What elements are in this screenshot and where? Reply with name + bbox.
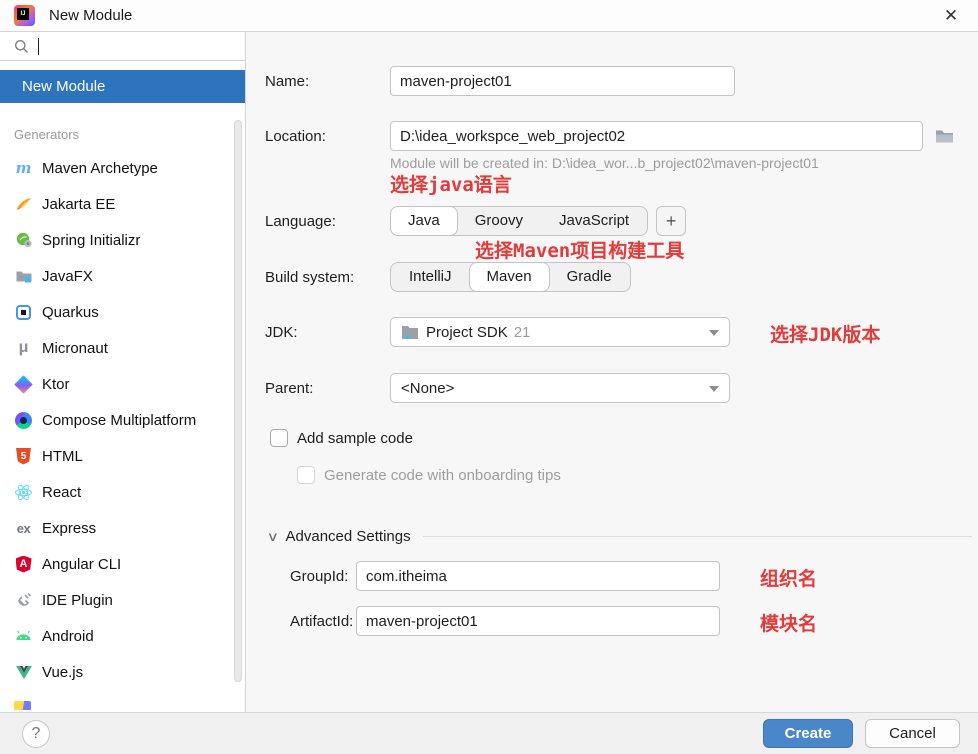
html5-icon: 5	[14, 447, 33, 466]
sidebar-item-express[interactable]: ex Express	[0, 510, 245, 546]
plug-icon	[14, 591, 33, 610]
artifactid-label: ArtifactId:	[290, 613, 356, 630]
sidebar-item-android[interactable]: Android	[0, 618, 245, 654]
onboarding-tips-label: Generate code with onboarding tips	[324, 467, 561, 484]
search-input[interactable]	[0, 32, 245, 61]
sidebar-item-ktor[interactable]: Ktor	[0, 366, 245, 402]
sidebar-item-micronaut[interactable]: μ Micronaut	[0, 330, 245, 366]
chevron-down-icon	[709, 330, 719, 336]
compose-icon	[14, 411, 33, 430]
chevron-down-icon: ∨	[267, 529, 279, 545]
build-option-maven[interactable]: Maven	[469, 262, 550, 292]
annotation-build-system: 选择Maven项目构建工具	[475, 236, 684, 263]
text-caret	[38, 38, 39, 55]
help-button[interactable]: ?	[22, 720, 50, 748]
sidebar-item-maven-archetype[interactable]: m Maven Archetype	[0, 150, 245, 186]
annotation-artifactid: 模块名	[760, 609, 817, 636]
language-option-groovy[interactable]: Groovy	[457, 207, 541, 235]
parent-value: <None>	[401, 380, 454, 397]
name-input[interactable]	[390, 66, 735, 96]
angular-icon: A	[14, 555, 33, 574]
jdk-version: 21	[514, 324, 531, 341]
location-input[interactable]	[390, 121, 923, 151]
add-sample-code-label: Add sample code	[297, 430, 413, 447]
annotation-language: 选择java语言	[390, 170, 512, 197]
advanced-settings-header[interactable]: ∨ Advanced Settings	[268, 528, 972, 545]
parent-label: Parent:	[265, 380, 390, 397]
groupid-label: GroupId:	[290, 568, 356, 585]
new-module-dialog: IJ New Module ✕ New Module Generators m …	[0, 0, 978, 754]
generators-section-label: Generators	[14, 127, 245, 142]
sidebar-item-jakarta-ee[interactable]: Jakarta EE	[0, 186, 245, 222]
android-icon	[14, 627, 33, 646]
name-label: Name:	[265, 73, 390, 90]
module-form: Name: Location: Module will be created i…	[246, 32, 978, 712]
add-language-button[interactable]: +	[656, 206, 686, 236]
generator-list: m Maven Archetype Jakarta EE Spring Init…	[0, 150, 245, 690]
add-sample-code-checkbox[interactable]	[270, 429, 288, 447]
annotation-groupid: 组织名	[760, 564, 817, 591]
maven-icon: m	[14, 159, 33, 178]
sidebar-item-javafx[interactable]: JavaFX	[0, 258, 245, 294]
location-hint: Module will be created in: D:\idea_wor..…	[390, 155, 819, 171]
sidebar-item-vuejs[interactable]: Vue.js	[0, 654, 245, 690]
sidebar-item-angular-cli[interactable]: A Angular CLI	[0, 546, 245, 582]
search-icon	[14, 39, 29, 54]
spring-icon	[14, 231, 33, 250]
build-system-label: Build system:	[265, 269, 390, 286]
vue-icon	[14, 663, 33, 682]
artifactid-input[interactable]	[356, 606, 720, 636]
title-bar: IJ New Module ✕	[0, 0, 978, 32]
sdk-icon	[401, 325, 419, 340]
jdk-select[interactable]: Project SDK 21	[390, 317, 730, 347]
sidebar-item-spring-initializr[interactable]: Spring Initializr	[0, 222, 245, 258]
browse-folder-icon[interactable]	[935, 129, 954, 144]
express-icon: ex	[14, 519, 33, 538]
language-option-java[interactable]: Java	[390, 206, 458, 236]
location-label: Location:	[265, 128, 390, 145]
language-segmented-control: Java Groovy JavaScript	[390, 206, 648, 236]
ktor-icon	[14, 375, 33, 394]
intellij-idea-icon: IJ	[14, 5, 35, 26]
sidebar-scrollbar[interactable]	[234, 120, 242, 682]
jdk-label: JDK:	[265, 324, 390, 341]
micronaut-icon: μ	[14, 339, 33, 358]
sidebar-item-new-module[interactable]: New Module	[0, 70, 245, 103]
chevron-down-icon	[709, 386, 719, 392]
quarkus-icon	[14, 303, 33, 322]
create-button[interactable]: Create	[763, 719, 853, 748]
window-title: New Module	[49, 7, 132, 24]
partial-item-icon	[14, 701, 31, 710]
sidebar-item-quarkus[interactable]: Quarkus	[0, 294, 245, 330]
javafx-icon	[14, 267, 33, 286]
parent-select[interactable]: <None>	[390, 373, 730, 403]
sidebar-item-react[interactable]: React	[0, 474, 245, 510]
divider	[423, 536, 972, 537]
dialog-footer: ? Create Cancel	[0, 712, 978, 754]
language-label: Language:	[265, 213, 390, 230]
onboarding-tips-checkbox	[297, 466, 315, 484]
jdk-value: Project SDK	[426, 324, 508, 341]
build-option-gradle[interactable]: Gradle	[549, 263, 630, 291]
close-icon[interactable]: ✕	[940, 5, 962, 27]
groupid-input[interactable]	[356, 561, 720, 591]
generator-sidebar: New Module Generators m Maven Archetype …	[0, 32, 246, 712]
language-option-javascript[interactable]: JavaScript	[541, 207, 647, 235]
build-option-intellij[interactable]: IntelliJ	[391, 263, 470, 291]
build-system-segmented-control: IntelliJ Maven Gradle	[390, 262, 631, 292]
jakarta-ee-icon	[14, 195, 33, 214]
sidebar-item-compose-multiplatform[interactable]: Compose Multiplatform	[0, 402, 245, 438]
cancel-button[interactable]: Cancel	[865, 719, 960, 748]
sidebar-item-ide-plugin[interactable]: IDE Plugin	[0, 582, 245, 618]
sidebar-item-html[interactable]: 5 HTML	[0, 438, 245, 474]
advanced-settings-title: Advanced Settings	[286, 528, 411, 545]
annotation-jdk: 选择JDK版本	[770, 320, 880, 347]
react-icon	[14, 483, 33, 502]
